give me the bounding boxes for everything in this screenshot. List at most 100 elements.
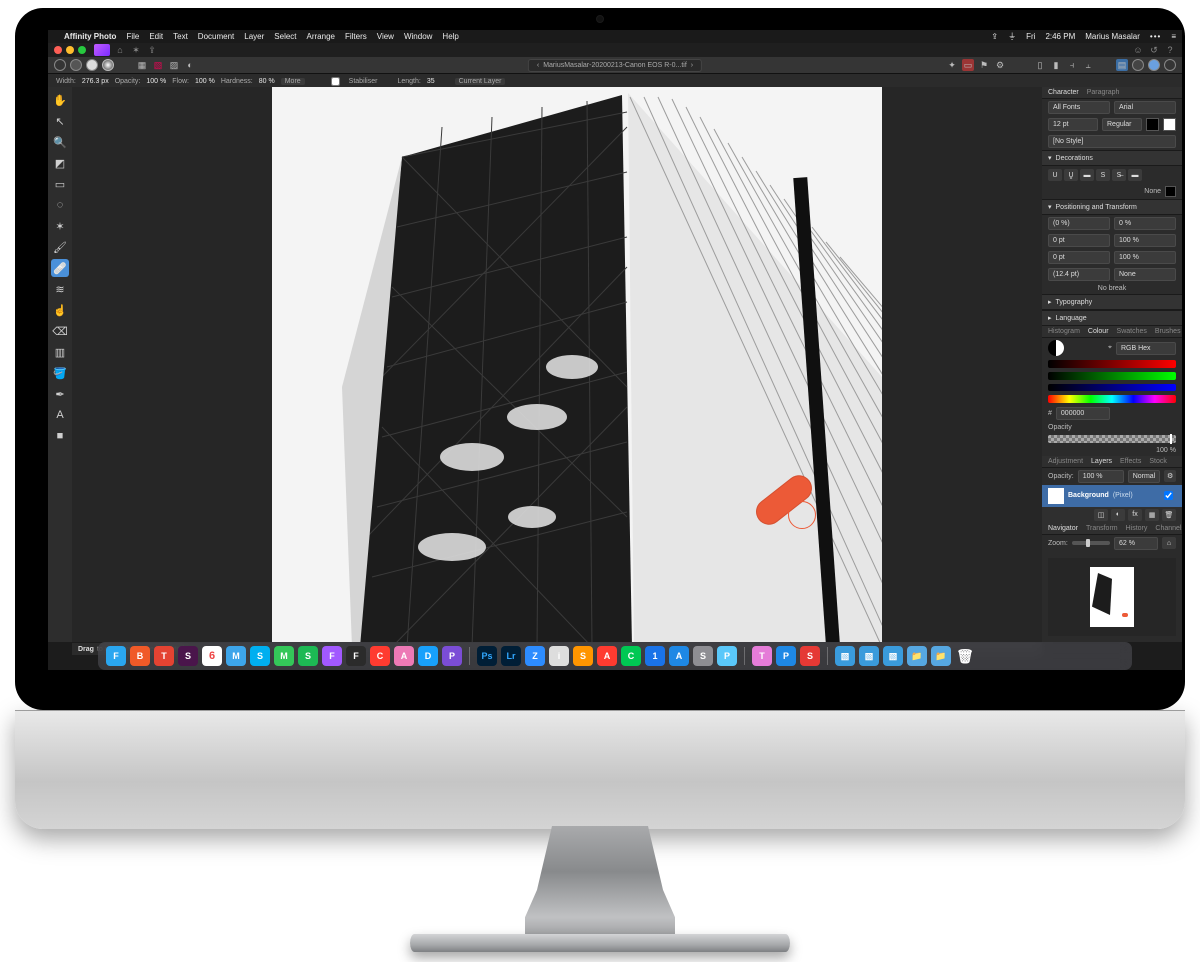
tab-swatches[interactable]: Swatches bbox=[1117, 328, 1147, 335]
align-icon[interactable]: ⫞ bbox=[1066, 59, 1078, 71]
fg-bg-swatch[interactable] bbox=[1048, 340, 1064, 356]
arrange-front-icon[interactable]: ▮ bbox=[1050, 59, 1062, 71]
dock-app-brave[interactable]: B bbox=[130, 646, 150, 666]
text-color-swatch[interactable] bbox=[1146, 118, 1159, 131]
menu-view[interactable]: View bbox=[377, 32, 394, 41]
pos-7[interactable]: None bbox=[1114, 268, 1176, 281]
adjust-btn[interactable]: ◐ bbox=[1111, 509, 1125, 521]
chevron-right-icon[interactable]: › bbox=[691, 62, 693, 69]
dock-app-publisher[interactable]: P bbox=[442, 646, 462, 666]
menu-edit[interactable]: Edit bbox=[149, 32, 163, 41]
underline-color-btn[interactable]: ▬ bbox=[1080, 169, 1094, 181]
dock-doc[interactable]: ▧ bbox=[835, 646, 855, 666]
menu-arrange[interactable]: Arrange bbox=[307, 32, 335, 41]
dock-app-figma[interactable]: F bbox=[322, 646, 342, 666]
menu-help[interactable]: Help bbox=[442, 32, 458, 41]
scope-icon[interactable] bbox=[1164, 59, 1176, 71]
blend-mode-dropdown[interactable]: Normal bbox=[1128, 470, 1161, 483]
hue-strip[interactable] bbox=[1048, 395, 1176, 403]
tab-brushes[interactable]: Brushes bbox=[1155, 328, 1181, 335]
strike-btn[interactable]: S bbox=[1096, 169, 1110, 181]
notifications-icon[interactable]: ≡ bbox=[1171, 32, 1176, 41]
opacity-value[interactable]: 100 % bbox=[146, 78, 166, 85]
add-layer-btn[interactable]: ▦ bbox=[1145, 509, 1159, 521]
dock-app-slack[interactable]: S bbox=[178, 646, 198, 666]
account-icon[interactable]: ☺ bbox=[1132, 44, 1144, 56]
menu-layer[interactable]: Layer bbox=[244, 32, 264, 41]
overflow-icon[interactable]: ••• bbox=[1150, 32, 1161, 41]
dock-folder[interactable]: 📁 bbox=[931, 646, 951, 666]
document-title[interactable]: ‹ MariusMasalar-20200213-Canon EOS R-0..… bbox=[528, 59, 702, 72]
more-button[interactable]: More bbox=[281, 78, 305, 85]
b-slider[interactable] bbox=[1048, 384, 1176, 392]
tab-effects[interactable]: Effects bbox=[1120, 458, 1141, 465]
tool-move[interactable]: ↖ bbox=[51, 112, 69, 130]
font-size-input[interactable]: 12 pt bbox=[1048, 118, 1098, 131]
tool-crop[interactable]: ◩ bbox=[51, 154, 69, 172]
menubar-day[interactable]: Fri bbox=[1026, 32, 1035, 41]
tool-text[interactable]: A bbox=[51, 406, 69, 424]
zoom-button[interactable] bbox=[78, 46, 86, 54]
tool-pen[interactable]: ✒ bbox=[51, 385, 69, 403]
tool-selection-marquee[interactable]: ▭ bbox=[51, 175, 69, 193]
dock-app-affinity[interactable]: A bbox=[394, 646, 414, 666]
dock-app-cal[interactable]: 6 bbox=[202, 646, 222, 666]
studio-toggle[interactable]: ▤ bbox=[1116, 59, 1128, 71]
canvas[interactable] bbox=[272, 87, 882, 642]
tool-gradient[interactable]: ▥ bbox=[51, 343, 69, 361]
picker-icon[interactable]: ⌖ bbox=[1108, 344, 1112, 352]
tab-histogram[interactable]: Histogram bbox=[1048, 328, 1080, 335]
tool-brush[interactable]: 🖌 bbox=[51, 238, 69, 256]
fx-btn[interactable]: fx bbox=[1128, 509, 1142, 521]
layer-visible-checkbox[interactable] bbox=[1164, 491, 1173, 500]
dock-app-agenda[interactable]: A bbox=[597, 646, 617, 666]
tool-fill[interactable]: 🪣 bbox=[51, 364, 69, 382]
stabiliser-checkbox[interactable] bbox=[331, 77, 340, 86]
tool-view[interactable]: 🔍 bbox=[51, 133, 69, 151]
tool-liquify[interactable]: ≋ bbox=[51, 280, 69, 298]
gear-icon[interactable]: ⚙ bbox=[1164, 470, 1176, 482]
selection-new-icon[interactable]: ▦ bbox=[136, 59, 148, 71]
pos-3[interactable]: 100 % bbox=[1114, 234, 1176, 247]
layer-row[interactable]: Background (Pixel) bbox=[1042, 485, 1182, 507]
tab-colour[interactable]: Colour bbox=[1088, 328, 1109, 335]
menu-select[interactable]: Select bbox=[274, 32, 296, 41]
dock-app-finder[interactable]: F bbox=[106, 646, 126, 666]
font-weight-dropdown[interactable]: Regular bbox=[1102, 118, 1142, 131]
dock-app-mail[interactable]: M bbox=[226, 646, 246, 666]
tool-hand[interactable]: ✋ bbox=[51, 91, 69, 109]
selection-subtract-icon[interactable]: ▧ bbox=[152, 59, 164, 71]
autowb-icon[interactable] bbox=[86, 59, 98, 71]
tab-history[interactable]: History bbox=[1126, 525, 1148, 532]
snap-icon[interactable]: ✦ bbox=[946, 59, 958, 71]
home-icon[interactable]: ⌂ bbox=[114, 44, 126, 56]
history-icon[interactable]: ↺ bbox=[1148, 44, 1160, 56]
canvas-area[interactable] bbox=[72, 87, 1042, 642]
dock-app-settings[interactable]: S bbox=[693, 646, 713, 666]
wifi-icon[interactable]: ⏚ bbox=[1008, 31, 1016, 42]
menubar-user[interactable]: Marius Masalar bbox=[1085, 32, 1140, 41]
colour-opacity-value[interactable]: 100 % bbox=[1156, 447, 1176, 454]
snapping-toggle[interactable]: ▭ bbox=[962, 59, 974, 71]
dropbox-icon[interactable]: ⇪ bbox=[991, 32, 998, 41]
tab-navigator[interactable]: Navigator bbox=[1048, 525, 1078, 532]
autocontrast-icon[interactable] bbox=[70, 59, 82, 71]
menu-window[interactable]: Window bbox=[404, 32, 432, 41]
tab-paragraph[interactable]: Paragraph bbox=[1087, 89, 1120, 96]
text-bg-swatch[interactable] bbox=[1163, 118, 1176, 131]
hex-input[interactable]: 000000 bbox=[1056, 407, 1110, 420]
tool-eraser[interactable]: ⌫ bbox=[51, 322, 69, 340]
colour-mode-dropdown[interactable]: RGB Hex bbox=[1116, 342, 1176, 355]
dock-app-messages[interactable]: M bbox=[274, 646, 294, 666]
text-style-dropdown[interactable]: [No Style] bbox=[1048, 135, 1176, 148]
decorations-section[interactable]: ▾ Decorations bbox=[1042, 150, 1182, 166]
layer-opacity-input[interactable]: 100 % bbox=[1078, 470, 1124, 483]
navigator-preview[interactable] bbox=[1048, 558, 1176, 636]
r-slider[interactable] bbox=[1048, 360, 1176, 368]
menubar-time[interactable]: 2:46 PM bbox=[1045, 32, 1075, 41]
dock-app-toggl[interactable]: T bbox=[752, 646, 772, 666]
dock-app-1pw[interactable]: 1 bbox=[645, 646, 665, 666]
tab-stock[interactable]: Stock bbox=[1149, 458, 1167, 465]
dock-app-ia[interactable]: i bbox=[549, 646, 569, 666]
tab-adjustment[interactable]: Adjustment bbox=[1048, 458, 1083, 465]
